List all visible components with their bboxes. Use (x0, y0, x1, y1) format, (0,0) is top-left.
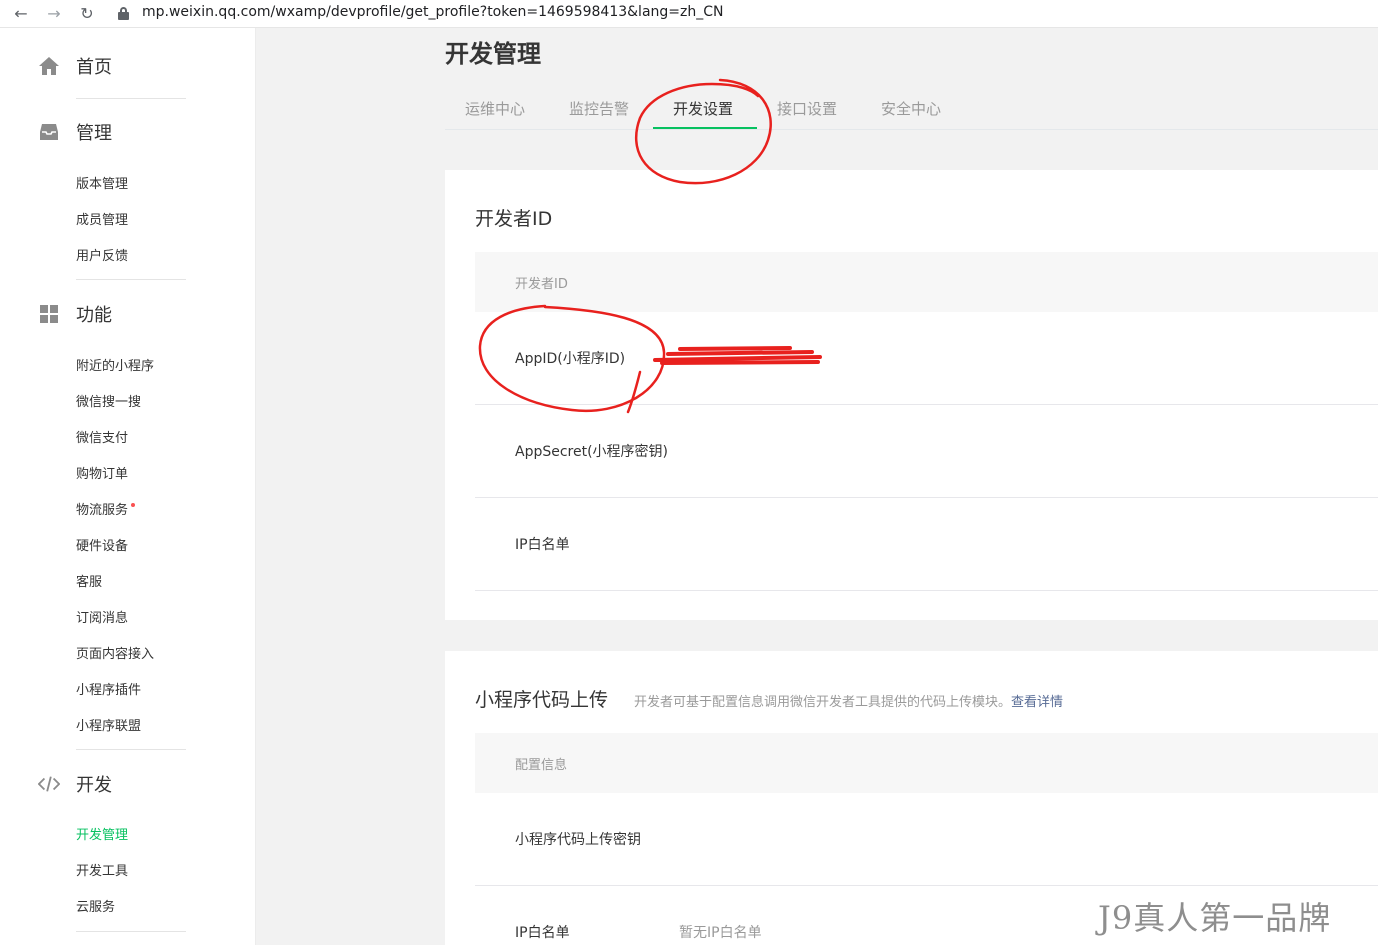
developer-id-table-header: 开发者ID (475, 252, 1378, 312)
sidebar-item-plugins[interactable]: 小程序插件 (76, 679, 141, 698)
tab-dev-settings[interactable]: 开发设置 (673, 98, 733, 119)
sidebar-divider (76, 749, 186, 750)
ip-whitelist-label: IP白名单 (515, 537, 570, 553)
browser-toolbar: ← → ↻ mp.weixin.qq.com/wxamp/devprofile/… (0, 0, 1378, 28)
sidebar-divider (76, 279, 186, 280)
sidebar-item-home[interactable]: 首页 (38, 54, 112, 78)
appsecret-row: AppSecret(小程序密钥) (475, 405, 1378, 498)
tab-security-center[interactable]: 安全中心 (881, 98, 941, 119)
sidebar-manage-label: 管理 (76, 123, 112, 144)
sidebar-item-cloud-service[interactable]: 云服务 (76, 896, 115, 915)
view-details-link[interactable]: 查看详情 (1011, 695, 1063, 710)
code-icon (38, 773, 60, 795)
tab-api-settings[interactable]: 接口设置 (777, 98, 837, 119)
new-badge-dot (131, 503, 136, 507)
active-tab-indicator (653, 127, 757, 129)
forward-arrow-icon[interactable]: → (43, 3, 65, 25)
upload-key-label: 小程序代码上传密钥 (515, 832, 641, 848)
sidebar-item-version-manage[interactable]: 版本管理 (76, 173, 128, 192)
back-arrow-icon[interactable]: ← (10, 3, 32, 25)
page-title: 开发管理 (445, 40, 541, 68)
sidebar-item-page-content[interactable]: 页面内容接入 (76, 643, 154, 662)
sidebar-item-nearby-miniprogram[interactable]: 附近的小程序 (76, 355, 154, 374)
grid-icon (38, 303, 60, 325)
code-upload-desc: 开发者可基于配置信息调用微信开发者工具提供的代码上传模块。 (634, 695, 1012, 710)
home-icon (38, 55, 60, 77)
developer-id-header-label: 开发者ID (515, 277, 568, 292)
config-table-header: 配置信息 (475, 733, 1378, 793)
sidebar-item-subscribe-messages[interactable]: 订阅消息 (76, 607, 128, 626)
developer-id-title: 开发者ID (475, 208, 553, 230)
sidebar-divider (76, 931, 186, 932)
sidebar-home-label: 首页 (76, 57, 112, 78)
inbox-icon (38, 121, 60, 143)
appsecret-label: AppSecret(小程序密钥) (515, 444, 669, 460)
sidebar-item-dev-tools[interactable]: 开发工具 (76, 860, 128, 879)
sidebar-item-user-feedback[interactable]: 用户反馈 (76, 245, 128, 264)
upload-ip-whitelist-label: IP白名单 (515, 925, 570, 941)
sidebar-item-develop[interactable]: 开发 (38, 772, 112, 796)
sidebar-item-hardware[interactable]: 硬件设备 (76, 535, 128, 554)
sidebar-item-shopping-orders[interactable]: 购物订单 (76, 463, 128, 482)
lock-icon[interactable] (118, 7, 129, 20)
watermark: J9真人第一品牌 (1098, 899, 1332, 937)
sidebar: 首页 管理 版本管理 成员管理 用户反馈 功能 附近的小程序 微信搜一搜 微信支… (0, 28, 256, 945)
sidebar-item-logistics-label: 物流服务 (76, 503, 129, 518)
sidebar-develop-label: 开发 (76, 775, 112, 796)
code-upload-desc-wrap: 开发者可基于配置信息调用微信开发者工具提供的代码上传模块。查看详情 (634, 695, 1063, 710)
tab-monitoring[interactable]: 监控告警 (569, 98, 629, 119)
config-header-label: 配置信息 (515, 758, 568, 773)
sidebar-item-logistics[interactable]: 物流服务 (76, 499, 136, 518)
upload-ip-whitelist-value: 暂无IP白名单 (679, 925, 762, 941)
reload-icon[interactable]: ↻ (76, 3, 98, 25)
code-upload-title: 小程序代码上传 (475, 689, 609, 711)
sidebar-item-member-manage[interactable]: 成员管理 (76, 209, 128, 228)
sidebar-item-wechat-search[interactable]: 微信搜一搜 (76, 391, 141, 410)
upload-key-row: 小程序代码上传密钥 (475, 793, 1378, 886)
sidebar-item-dev-manage[interactable]: 开发管理 (76, 824, 128, 843)
appid-label: AppID(小程序ID) (515, 351, 626, 367)
code-upload-title-line: 小程序代码上传 开发者可基于配置信息调用微信开发者工具提供的代码上传模块。查看详情 (475, 685, 1063, 712)
tab-bar: 运维中心 监控告警 开发设置 接口设置 安全中心 (445, 88, 1378, 130)
ip-whitelist-row: IP白名单 (475, 498, 1378, 591)
appid-row: AppID(小程序ID) (475, 312, 1378, 405)
address-bar[interactable]: mp.weixin.qq.com/wxamp/devprofile/get_pr… (142, 4, 724, 20)
sidebar-item-customer-service[interactable]: 客服 (76, 571, 102, 590)
sidebar-item-alliance[interactable]: 小程序联盟 (76, 715, 141, 734)
sidebar-divider (76, 98, 186, 99)
sidebar-features-label: 功能 (76, 305, 112, 326)
sidebar-item-wechat-pay[interactable]: 微信支付 (76, 427, 128, 446)
tab-ops-center[interactable]: 运维中心 (465, 98, 525, 119)
developer-id-card: 开发者ID 开发者ID AppID(小程序ID) AppSecret(小程序密钥… (445, 170, 1378, 620)
sidebar-item-manage[interactable]: 管理 (38, 120, 112, 144)
sidebar-item-features[interactable]: 功能 (38, 302, 112, 326)
